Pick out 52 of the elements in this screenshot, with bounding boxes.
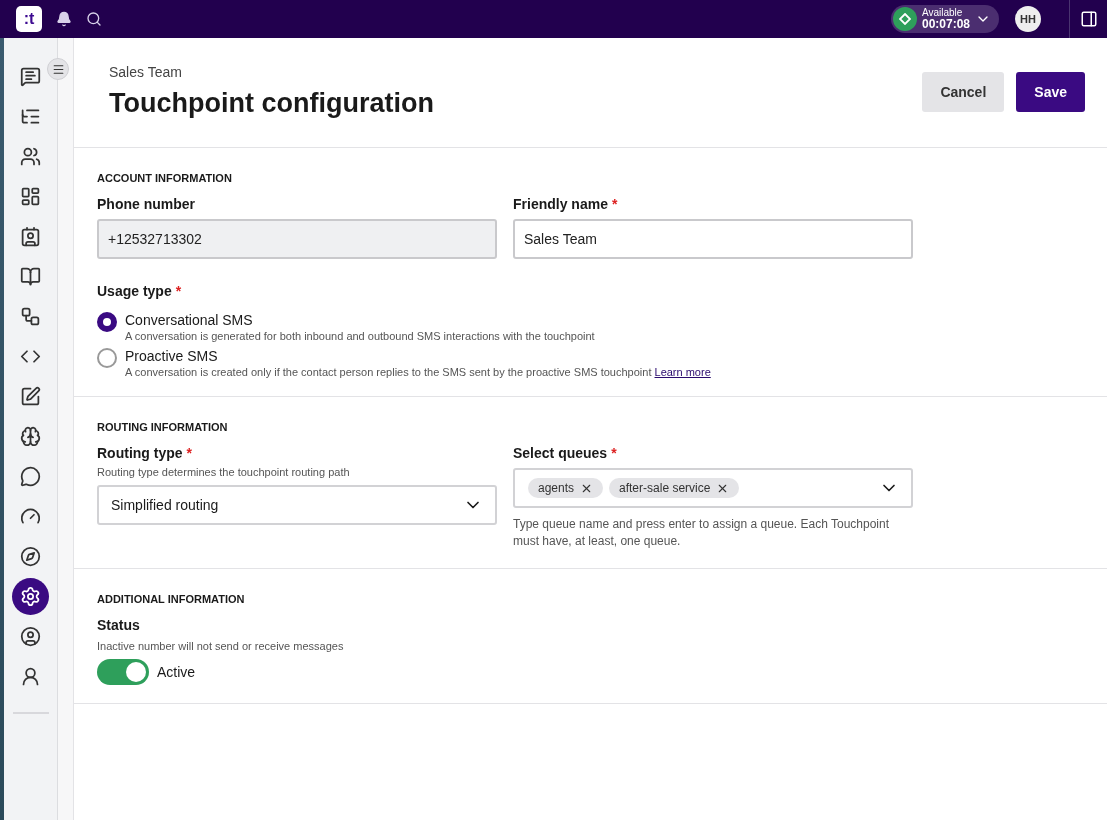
contact-book-icon: [20, 226, 41, 247]
save-button[interactable]: Save: [1016, 72, 1085, 112]
sidebar-item[interactable]: [12, 578, 49, 615]
status-label: Available: [921, 8, 963, 18]
settings-icon: [20, 586, 41, 607]
search-icon[interactable]: [86, 11, 102, 27]
app-logo[interactable]: :t: [16, 6, 42, 32]
brain-icon: [20, 426, 41, 447]
option-description: A conversation is generated for both inbound and outbound SMS interactions with the touchpoint: [125, 330, 595, 342]
chat-icon: [20, 66, 41, 87]
book-icon: [20, 266, 41, 287]
dashboard-icon: [20, 186, 41, 207]
radio-label: Conversational SMS: [125, 312, 254, 328]
compass-icon: [20, 546, 41, 567]
radio-button[interactable]: [97, 312, 117, 332]
user-circle-icon: [20, 626, 41, 647]
field-label: Select queues *: [513, 445, 618, 461]
learn-more-link[interactable]: Learn more: [654, 366, 711, 378]
menu-icon[interactable]: [47, 58, 69, 80]
people-icon: [20, 146, 41, 167]
section-title: ROUTING INFORMATION: [97, 421, 229, 433]
field-label: Status: [97, 616, 141, 633]
option-description: A conversation is created only if the contact person replies to the SMS sent by the proactive SMS touchpoint Learn more: [125, 366, 711, 378]
radio-label: Proactive SMS: [125, 348, 219, 364]
chat-bubble-icon: [20, 466, 41, 487]
section-title: ACCOUNT INFORMATION: [97, 172, 233, 184]
edit-icon: [20, 386, 41, 407]
select-field[interactable]: Simplified routing: [97, 485, 497, 525]
agent-status-button[interactable]: Available 00:07:08: [890, 5, 999, 33]
flow-icon: [20, 306, 41, 327]
status-timer: 00:07:08: [921, 18, 970, 30]
field-hint: Routing type determines the touchpoint routing path: [97, 466, 351, 478]
bell-icon[interactable]: [56, 11, 72, 27]
help-text: Type queue name and press enter to assign a queue. Each Touchpoint must have, at least, one queue.: [513, 516, 891, 550]
queue-chip[interactable]: agents: [528, 478, 604, 498]
user-icon: [20, 666, 41, 687]
field-label: Phone number: [97, 196, 196, 212]
section-title: ADDITIONAL INFORMATION: [97, 592, 246, 605]
user-avatar[interactable]: HH: [1015, 6, 1041, 32]
breadcrumb[interactable]: Sales Team: [109, 64, 434, 80]
field-hint: Inactive number will not send or receive messages: [97, 639, 345, 652]
field-label: Usage type *: [97, 283, 183, 299]
queue-chip[interactable]: after-sale service: [609, 478, 740, 498]
multi-select-field[interactable]: agents after-sale service: [513, 468, 913, 508]
status-toggle[interactable]: [97, 658, 149, 685]
page-title: Touchpoint configuration: [109, 88, 434, 119]
radio-button[interactable]: [97, 348, 117, 368]
field-label: Friendly name *: [513, 196, 619, 212]
toggle-label: Active: [157, 663, 196, 680]
field-label: Routing type *: [97, 445, 193, 461]
cancel-button[interactable]: Cancel: [922, 72, 1005, 112]
text-field[interactable]: Sales Team: [513, 219, 913, 259]
